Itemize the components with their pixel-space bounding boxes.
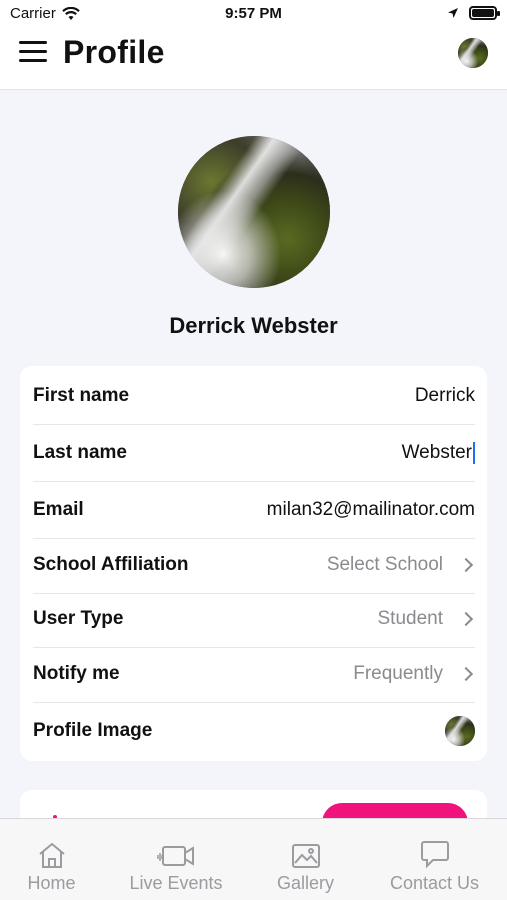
profile-image-label: Profile Image: [33, 719, 153, 741]
tab-contact-us-label: Contact Us: [389, 873, 480, 893]
text-cursor: [473, 442, 475, 464]
notify-me-label: Notify me: [33, 663, 120, 684]
school-affiliation-label: School Affiliation: [33, 554, 189, 575]
first-name-row[interactable]: First name Derrick: [33, 368, 475, 425]
last-name-field[interactable]: Webster: [402, 442, 475, 464]
notify-me-value: Frequently: [353, 663, 443, 684]
user-type-value: Student: [377, 608, 444, 629]
status-right: [447, 6, 500, 20]
page-title: Profile: [63, 34, 165, 70]
status-time: 9:57 PM: [225, 5, 282, 22]
profile-details-card: First name Derrick Last name Webster Ema…: [20, 366, 487, 761]
app-header: Profile: [0, 28, 507, 90]
last-name-value: Webster: [401, 442, 472, 463]
user-type-label: User Type: [33, 608, 124, 629]
home-icon: [37, 829, 67, 869]
last-name-label: Last name: [33, 442, 127, 463]
location-arrow-icon: [448, 8, 458, 18]
status-bar: Carrier 9:57 PM: [0, 0, 507, 28]
email-label: Email: [33, 499, 84, 520]
battery-icon: [469, 6, 500, 20]
notify-me-select[interactable]: Frequently: [353, 663, 475, 685]
tab-bar: Home Live Events Gallery Contact Us: [0, 818, 507, 900]
chevron-right-icon: [458, 611, 474, 627]
school-affiliation-value: Select School: [326, 554, 443, 575]
tab-contact-us[interactable]: Contact Us: [362, 819, 507, 900]
school-affiliation-select[interactable]: Select School: [327, 554, 475, 576]
user-type-row[interactable]: User Type Student: [33, 591, 475, 648]
profile-image-thumbnail[interactable]: [445, 715, 475, 746]
last-name-row[interactable]: Last name Webster: [33, 425, 475, 482]
tab-home[interactable]: Home: [0, 819, 103, 900]
tab-live-events-label: Live Events: [129, 873, 223, 893]
profile-name: Derrick Webster: [169, 313, 338, 338]
hamburger-menu-icon[interactable]: [19, 41, 47, 65]
first-name-label: First name: [33, 385, 130, 406]
image-icon: [291, 829, 321, 869]
header-avatar[interactable]: [458, 38, 488, 68]
video-camera-icon: [157, 829, 195, 869]
school-affiliation-row[interactable]: School Affiliation Select School: [33, 537, 475, 594]
tab-gallery-label: Gallery: [276, 873, 334, 893]
tab-gallery[interactable]: Gallery: [249, 819, 362, 900]
tab-home-label: Home: [27, 873, 76, 893]
profile-image-row[interactable]: Profile Image: [33, 702, 475, 759]
chevron-right-icon: [458, 666, 474, 682]
first-name-field[interactable]: Derrick: [415, 385, 475, 407]
tab-live-events[interactable]: Live Events: [103, 819, 249, 900]
notify-me-row[interactable]: Notify me Frequently: [33, 646, 475, 703]
chevron-right-icon: [458, 557, 474, 573]
user-type-select[interactable]: Student: [378, 608, 476, 630]
email-field[interactable]: milan32@mailinator.com: [267, 499, 475, 521]
profile-avatar[interactable]: [178, 136, 330, 288]
chat-bubble-icon: [420, 829, 450, 869]
email-row[interactable]: Email milan32@mailinator.com: [33, 482, 475, 539]
